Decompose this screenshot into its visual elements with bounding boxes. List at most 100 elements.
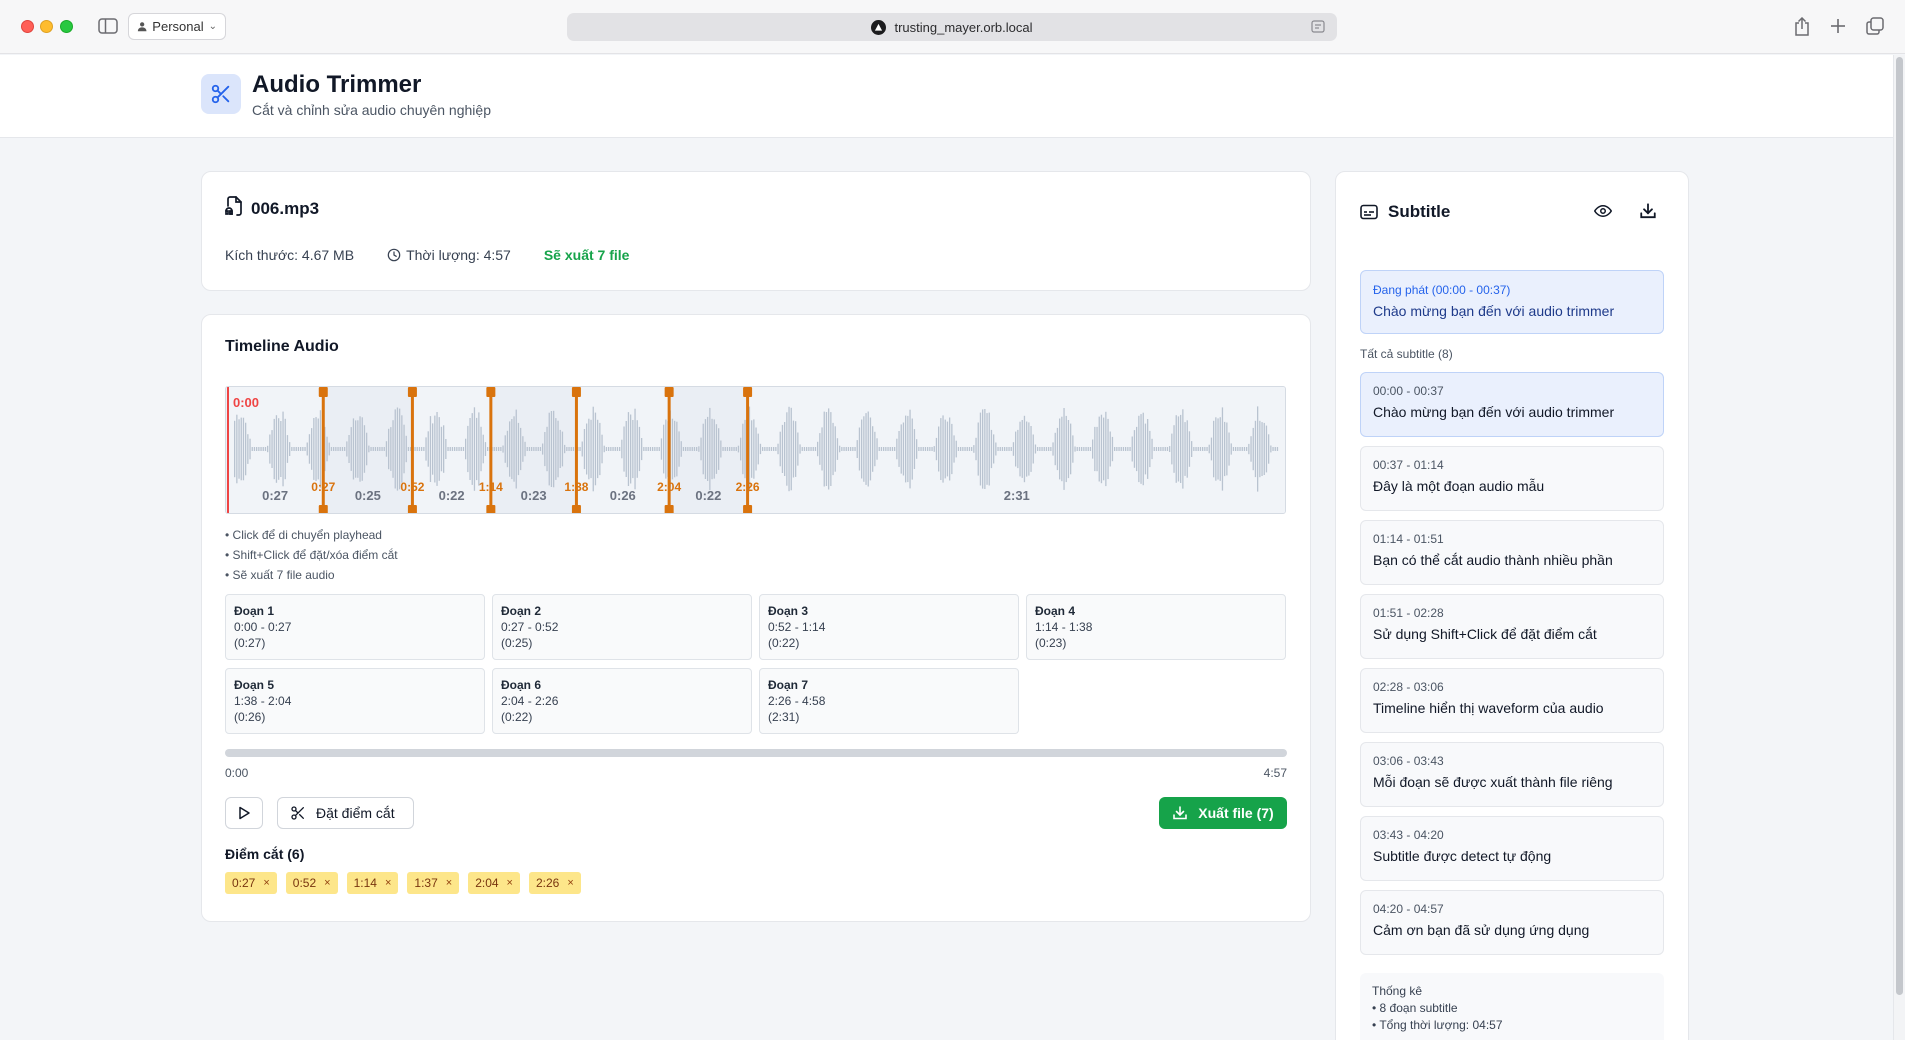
waveform-bar: [649, 447, 652, 451]
remove-cut-point-button[interactable]: ×: [507, 877, 513, 889]
subtitle-item[interactable]: 04:20 - 04:57 Cảm ơn bạn đã sử dụng ứng …: [1360, 890, 1664, 955]
cut-marker-handle: [318, 505, 328, 513]
reader-mode-icon[interactable]: [1311, 20, 1325, 36]
waveform-bar: [768, 447, 770, 451]
waveform-bar: [911, 418, 913, 480]
waveform-bar: [733, 447, 735, 451]
waveform-bar: [522, 436, 524, 462]
subtitle-item[interactable]: 03:43 - 04:20 Subtitle được detect tự độ…: [1360, 816, 1664, 881]
remove-cut-point-button[interactable]: ×: [324, 877, 330, 889]
subtitle-item[interactable]: 01:51 - 02:28 Sử dụng Shift+Click để đặt…: [1360, 594, 1664, 659]
segment-length: (0:22): [768, 636, 800, 650]
segment-card[interactable]: Đoạn 1 0:00 - 0:27 (0:27): [225, 594, 485, 660]
waveform-bar: [711, 418, 713, 480]
scrollbar-thumb[interactable]: [1896, 57, 1903, 995]
waveform-bar: [333, 447, 335, 451]
tab-overview-icon[interactable]: [1864, 15, 1886, 37]
file-name: 006.mp3: [251, 198, 320, 218]
playback-progress-bar[interactable]: [225, 749, 1287, 757]
waveform-bar: [682, 447, 685, 451]
waveform-bar: [680, 441, 682, 457]
segment-card[interactable]: Đoạn 5 1:38 - 2:04 (0:26): [225, 668, 485, 734]
waveform-bar: [656, 447, 658, 451]
page-scrollbar[interactable]: [1893, 55, 1905, 1040]
waveform-bar: [718, 428, 720, 470]
waveform-bar: [1195, 447, 1197, 451]
subtitle-item[interactable]: 00:37 - 01:14 Đây là một đoạn audio mẫu: [1360, 446, 1664, 511]
segment-card[interactable]: Đoạn 7 2:26 - 4:58 (2:31): [759, 668, 1019, 734]
waveform-bar: [924, 447, 927, 451]
remove-cut-point-button[interactable]: ×: [263, 877, 269, 889]
segment-range: 0:52 - 1:14: [768, 620, 826, 634]
remove-cut-point-button[interactable]: ×: [385, 877, 391, 889]
waveform-bar: [1162, 447, 1164, 451]
waveform-timeline[interactable]: 0:27 0:52 1:14 1:38 2:04 2:26 0:27 0:25 0:22 0:23…: [225, 386, 1286, 514]
waveform-bar: [806, 447, 808, 451]
waveform-bar: [381, 447, 383, 451]
remove-cut-point-button[interactable]: ×: [446, 877, 452, 889]
waveform-bar: [979, 412, 982, 486]
waveform-bar: [610, 447, 612, 451]
stats-box: Thống kê • 8 đoạn subtitle • Tổng thời l…: [1360, 973, 1664, 1040]
profile-selector[interactable]: Personal ⌄: [128, 13, 226, 40]
waveform-bar: [550, 411, 553, 487]
download-icon[interactable]: [1639, 202, 1659, 222]
waveform-bar: [960, 447, 962, 451]
subtitle-item[interactable]: 00:00 - 00:37 Chào mừng bạn đến với audi…: [1360, 372, 1664, 437]
waveform-bar: [627, 412, 630, 486]
segment-range: 2:26 - 4:58: [768, 694, 826, 708]
waveform-bar: [383, 447, 385, 451]
waveform-bar: [1166, 447, 1169, 451]
waveform-bar: [808, 447, 810, 451]
address-bar[interactable]: trusting_mayer.orb.local: [567, 13, 1337, 41]
waveform-bar: [762, 447, 764, 451]
segment-card[interactable]: Đoạn 3 0:52 - 1:14 (0:22): [759, 594, 1019, 660]
waveform-bar: [418, 447, 421, 451]
waveform-bar: [399, 408, 401, 490]
waveform-bar: [572, 447, 575, 451]
subtitle-item[interactable]: 02:28 - 03:06 Timeline hiển thị waveform…: [1360, 668, 1664, 733]
segment-card[interactable]: Đoạn 2 0:27 - 0:52 (0:25): [492, 594, 752, 660]
waveform-bar: [256, 447, 258, 451]
waveform-bar: [625, 421, 627, 477]
audio-file-icon: [225, 196, 243, 221]
waveform-bar: [971, 447, 973, 451]
waveform-bar: [515, 409, 517, 489]
waveform-bar: [449, 447, 451, 451]
waveform-bar: [1199, 447, 1202, 451]
share-icon[interactable]: [1791, 15, 1813, 37]
eye-icon[interactable]: [1593, 202, 1614, 222]
zoom-window-button[interactable]: [60, 20, 73, 33]
segment-card[interactable]: Đoạn 4 1:14 - 1:38 (0:23): [1026, 594, 1286, 660]
waveform-bar: [1081, 447, 1083, 451]
waveform-bar: [438, 417, 440, 481]
waveform-bar: [436, 412, 438, 486]
close-window-button[interactable]: [21, 20, 34, 33]
waveform-bar: [614, 447, 616, 451]
minimize-window-button[interactable]: [40, 20, 53, 33]
waveform-bar: [676, 421, 678, 477]
waveform-bar: [1257, 406, 1259, 492]
stats-title: Thống kê: [1372, 984, 1423, 998]
sidebar-toggle-icon[interactable]: [97, 17, 119, 35]
segment-length-label: 0:26: [610, 488, 636, 503]
new-tab-icon[interactable]: [1827, 15, 1849, 37]
waveform-bar: [348, 435, 350, 463]
remove-cut-point-button[interactable]: ×: [567, 877, 573, 889]
waveform-bar: [570, 447, 572, 451]
waveform-bar: [839, 445, 841, 453]
subtitle-item[interactable]: 03:06 - 03:43 Mỗi đoạn sẽ được xuất thàn…: [1360, 742, 1664, 807]
waveform-bar: [377, 447, 379, 451]
waveform-bar: [907, 415, 909, 483]
subtitle-item[interactable]: 01:14 - 01:51 Bạn có thể cắt audio thành…: [1360, 520, 1664, 585]
set-cut-point-button[interactable]: Đặt điểm cắt: [277, 797, 414, 829]
waveform-bar: [740, 437, 742, 461]
waveform-bar: [929, 447, 931, 451]
waveform-bar: [1138, 415, 1140, 483]
segment-card[interactable]: Đoạn 6 2:04 - 2:26 (0:22): [492, 668, 752, 734]
waveform-bar: [1059, 418, 1061, 480]
waveform-bar: [777, 443, 779, 455]
waveform-bar: [898, 431, 900, 467]
play-button[interactable]: [225, 797, 263, 829]
export-files-button[interactable]: Xuất file (7): [1159, 797, 1287, 829]
